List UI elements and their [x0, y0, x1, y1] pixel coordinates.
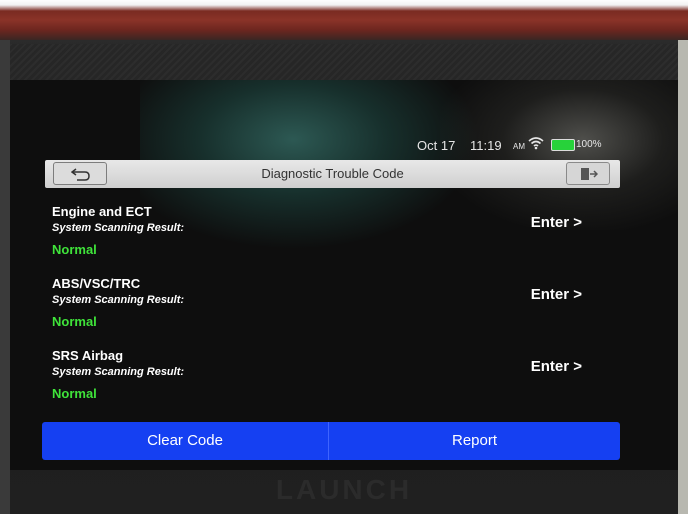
system-row-engine[interactable]: Engine and ECT System Scanning Result: N…	[52, 204, 612, 272]
system-row-srs[interactable]: SRS Airbag System Scanning Result: Norma…	[52, 348, 612, 416]
enter-button[interactable]: Enter >	[531, 214, 582, 231]
device-screen: Oct 17 11:19 AM 100% Diagnostic Trouble …	[10, 80, 678, 470]
status-time: 11:19	[470, 138, 502, 153]
system-result: Normal	[52, 242, 97, 257]
back-button[interactable]	[53, 162, 107, 185]
bezel-texture	[10, 44, 678, 84]
device-left-edge	[0, 40, 10, 514]
battery-icon	[551, 139, 575, 151]
system-subtitle: System Scanning Result:	[52, 294, 185, 306]
page-title: Diagnostic Trouble Code	[261, 166, 404, 181]
system-row-abs[interactable]: ABS/VSC/TRC System Scanning Result: Norm…	[52, 276, 612, 344]
exit-icon	[581, 168, 598, 180]
system-subtitle: System Scanning Result:	[52, 222, 185, 234]
system-subtitle: System Scanning Result:	[52, 366, 185, 378]
title-bar: Diagnostic Trouble Code	[45, 160, 620, 188]
back-arrow-icon	[71, 168, 90, 181]
status-bar: Oct 17 11:19 AM 100%	[10, 132, 678, 158]
system-name: ABS/VSC/TRC	[52, 276, 141, 291]
clear-code-button[interactable]: Clear Code	[42, 422, 329, 460]
system-name: Engine and ECT	[52, 204, 152, 219]
system-name: SRS Airbag	[52, 348, 124, 363]
battery-label: 100%	[576, 139, 602, 150]
brand-logo: LAUNCH	[275, 474, 413, 505]
status-date: Oct 17	[417, 138, 456, 153]
enter-button[interactable]: Enter >	[531, 286, 582, 303]
enter-button[interactable]: Enter >	[531, 358, 582, 375]
wifi-icon	[528, 137, 544, 150]
exit-button[interactable]	[566, 162, 610, 185]
status-ampm: AM	[513, 142, 525, 151]
system-result: Normal	[52, 314, 97, 329]
report-button[interactable]: Report	[329, 422, 620, 460]
system-result: Normal	[52, 386, 97, 401]
device-right-edge	[678, 40, 688, 514]
action-button-bar: Clear Code Report	[42, 422, 620, 460]
